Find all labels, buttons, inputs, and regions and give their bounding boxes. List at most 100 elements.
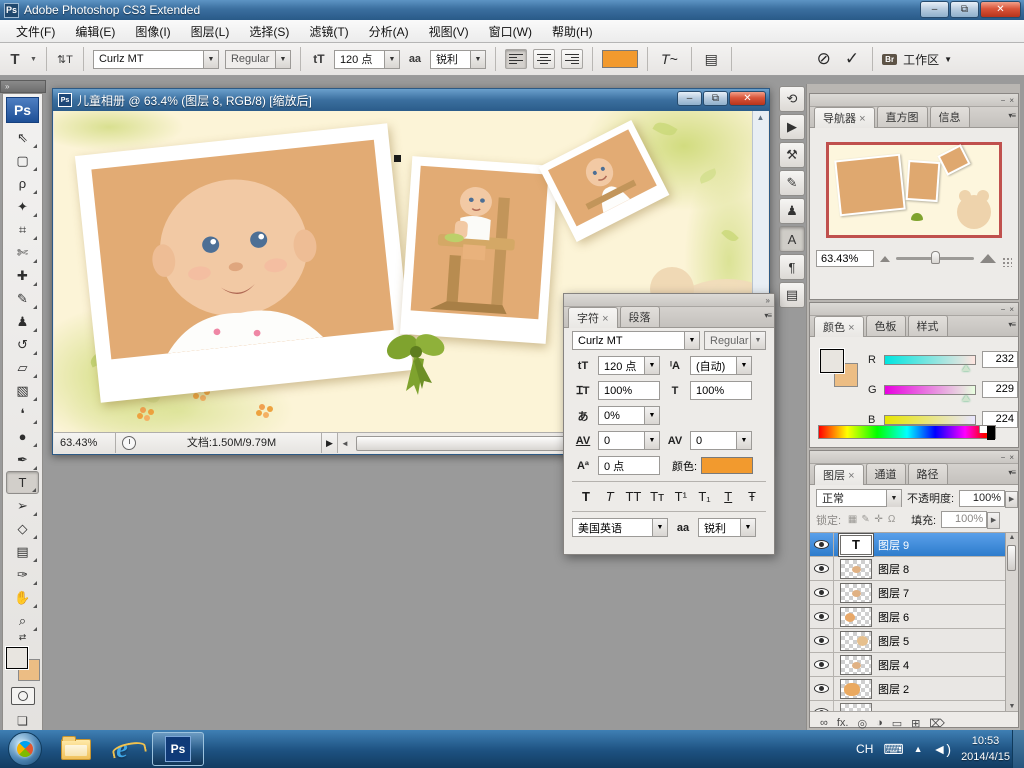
layer-name[interactable]: 图层 6 [878, 609, 909, 625]
type-style-button[interactable]: T [718, 489, 738, 504]
link-layers-icon[interactable]: ∞ [820, 717, 828, 729]
lock-all-icon[interactable]: Ω [885, 514, 898, 525]
doc-close-button[interactable]: ✕ [729, 91, 766, 106]
menu-item[interactable]: 帮助(H) [542, 20, 603, 43]
status-zoom-field[interactable]: 63.43% [54, 433, 116, 453]
layer-row[interactable]: 图层 4 [810, 653, 1018, 677]
actions-panel-icon[interactable]: ▶ [779, 114, 805, 140]
layer-name[interactable]: 图层 8 [878, 561, 909, 577]
panel-tab[interactable]: 信息 [930, 106, 970, 127]
layer-style-icon[interactable]: fx. [837, 717, 849, 729]
lasso-tool[interactable]: ρ [6, 172, 39, 195]
spinner-arrow-icon[interactable]: ▶ [1005, 491, 1018, 508]
chevron-down-icon[interactable]: ▼ [740, 519, 755, 536]
notes-tool[interactable]: ▤ [6, 540, 39, 563]
char-kerning-select[interactable]: 0▼ [598, 431, 660, 450]
healing-brush-tool[interactable]: ✚ [6, 264, 39, 287]
chevron-down-icon[interactable]: ▼ [470, 51, 485, 68]
chevron-down-icon[interactable]: ▼ [736, 357, 751, 374]
slice-tool[interactable]: ✄ [6, 241, 39, 264]
char-baseline-field[interactable]: 0 点 [598, 456, 660, 475]
doc-restore-button[interactable]: ⧉ [703, 91, 728, 106]
visibility-toggle[interactable] [810, 677, 834, 700]
swap-colors-icon[interactable]: ⇄ [3, 632, 42, 643]
speaker-icon[interactable]: ◄) [933, 741, 952, 757]
panel-tab[interactable]: 路径 [908, 463, 948, 484]
lock-transparency-icon[interactable]: ▦ [846, 514, 859, 525]
font-family-select[interactable]: Curlz MT▼ [93, 50, 219, 69]
chevron-down-icon[interactable]: ▼ [644, 407, 659, 424]
photo-baby-portrait[interactable] [75, 123, 413, 402]
menu-item[interactable]: 编辑(E) [65, 20, 125, 43]
opacity-field[interactable]: 100%▶ [959, 490, 1005, 507]
font-size-select[interactable]: 120 点▼ [334, 50, 400, 69]
scrollbar-thumb[interactable] [1007, 545, 1016, 571]
chevron-down-icon[interactable]: ▼ [652, 519, 667, 536]
quick-mask-button[interactable] [11, 687, 35, 705]
visibility-toggle[interactable] [810, 629, 834, 652]
delete-layer-icon[interactable]: ⌦ [929, 717, 945, 730]
type-tool-preset-icon[interactable]: T [6, 51, 24, 68]
document-titlebar[interactable]: Ps 儿童相册 @ 63.4% (图层 8, RGB/8) [缩放后] – ⧉ … [53, 89, 769, 111]
text-color-swatch[interactable] [602, 50, 638, 68]
character-panel-icon[interactable]: A [779, 226, 805, 252]
layer-thumbnail[interactable] [840, 583, 872, 603]
tab-close-icon[interactable]: × [859, 113, 865, 125]
add-layer-mask-icon[interactable]: ◎ [857, 717, 867, 730]
minimize-button[interactable]: – [920, 1, 949, 18]
panel-close-icon[interactable]: × [1009, 96, 1014, 105]
layer-thumbnail[interactable]: T [840, 535, 872, 555]
zoom-in-icon[interactable] [980, 254, 996, 263]
menu-item[interactable]: 图像(I) [125, 20, 180, 43]
panel-minimize-icon[interactable]: − [1001, 96, 1006, 105]
adjustment-layer-icon[interactable]: ◑ [876, 717, 883, 729]
workspace-select[interactable]: 工作区▼ [903, 51, 952, 68]
layer-row[interactable]: 图层 6 [810, 605, 1018, 629]
anti-alias-select[interactable]: 锐利▼ [430, 50, 486, 69]
path-selection-tool[interactable]: ➢ [6, 494, 39, 517]
type-style-button[interactable]: T¹ [671, 489, 691, 504]
crop-tool[interactable]: ⌗ [6, 218, 39, 241]
char-hscale-field[interactable]: 100% [690, 381, 752, 400]
brushes-panel-icon[interactable]: ✎ [779, 170, 805, 196]
font-style-select[interactable]: Regular▼ [225, 50, 291, 69]
text-anchor-handle[interactable] [394, 155, 401, 162]
panel-tab[interactable]: 字符 × [568, 307, 618, 328]
panel-tab[interactable]: 段落 [620, 306, 660, 327]
channel-value-field[interactable]: 229 [982, 381, 1018, 398]
visibility-toggle[interactable] [810, 533, 834, 556]
align-left-button[interactable] [505, 49, 527, 69]
shape-tool[interactable]: ◇ [6, 517, 39, 540]
tab-close-icon[interactable]: × [602, 313, 608, 325]
lock-position-icon[interactable]: ✛ [872, 514, 885, 525]
show-desktop-button[interactable] [1012, 730, 1024, 768]
chevron-down-icon[interactable]: ▼ [684, 332, 699, 349]
bridge-icon[interactable]: Br [882, 54, 897, 65]
zoom-tool[interactable]: ⌕ [6, 609, 39, 632]
spinner-arrow-icon[interactable]: ▶ [987, 512, 1000, 529]
panel-menu-icon[interactable]: ▾≡ [1008, 320, 1015, 329]
layer-name[interactable]: 图层 7 [878, 585, 909, 601]
layer-thumbnail[interactable] [840, 559, 872, 579]
language-indicator[interactable]: CH [856, 742, 873, 756]
layer-name[interactable]: 图层 4 [878, 657, 909, 673]
panel-menu-icon[interactable]: ▾≡ [1008, 468, 1015, 477]
char-font-style-select[interactable]: Regular▼ [704, 331, 766, 350]
type-style-button[interactable]: T [576, 489, 596, 504]
chevron-down-icon[interactable]: ▼ [275, 51, 290, 68]
new-layer-icon[interactable]: ⊞ [911, 717, 920, 730]
slider-thumb[interactable] [962, 395, 970, 401]
tab-close-icon[interactable]: × [848, 470, 854, 482]
layer-row[interactable]: 图层 8 [810, 557, 1018, 581]
visibility-toggle[interactable] [810, 653, 834, 676]
type-tool[interactable]: T [6, 471, 39, 494]
type-style-button[interactable]: TT [623, 489, 643, 504]
channel-slider[interactable] [884, 385, 976, 395]
panel-tab[interactable]: 通道 [866, 463, 906, 484]
taskbar-explorer-button[interactable] [56, 732, 96, 766]
menu-item[interactable]: 分析(A) [359, 20, 419, 43]
chevron-down-icon[interactable]: ▼ [736, 432, 751, 449]
collapse-icon[interactable]: » [766, 296, 770, 305]
panel-tab[interactable]: 样式 [908, 315, 948, 336]
foreground-color-swatch[interactable] [820, 349, 844, 373]
